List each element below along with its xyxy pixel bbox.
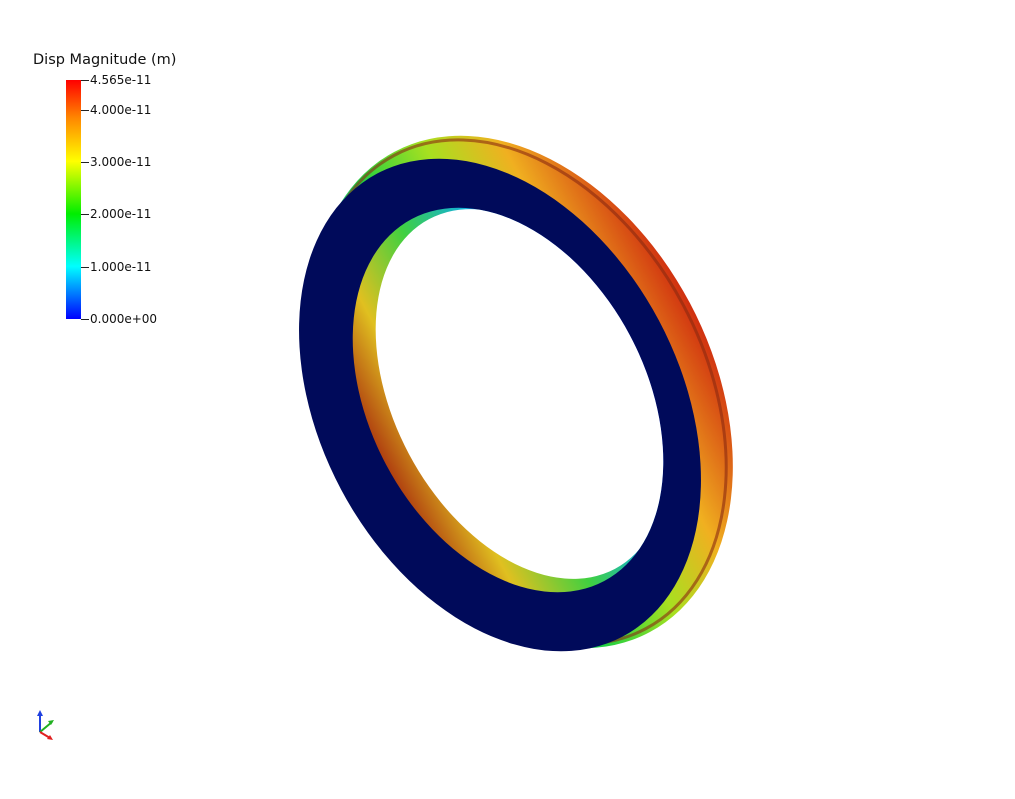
render-viewport[interactable]: Disp Magnitude (m) 4.565e-11 4.000e-11 3.0… xyxy=(0,0,1015,799)
axes-triad-icon xyxy=(37,710,54,740)
ring-model[interactable] xyxy=(0,0,1015,799)
